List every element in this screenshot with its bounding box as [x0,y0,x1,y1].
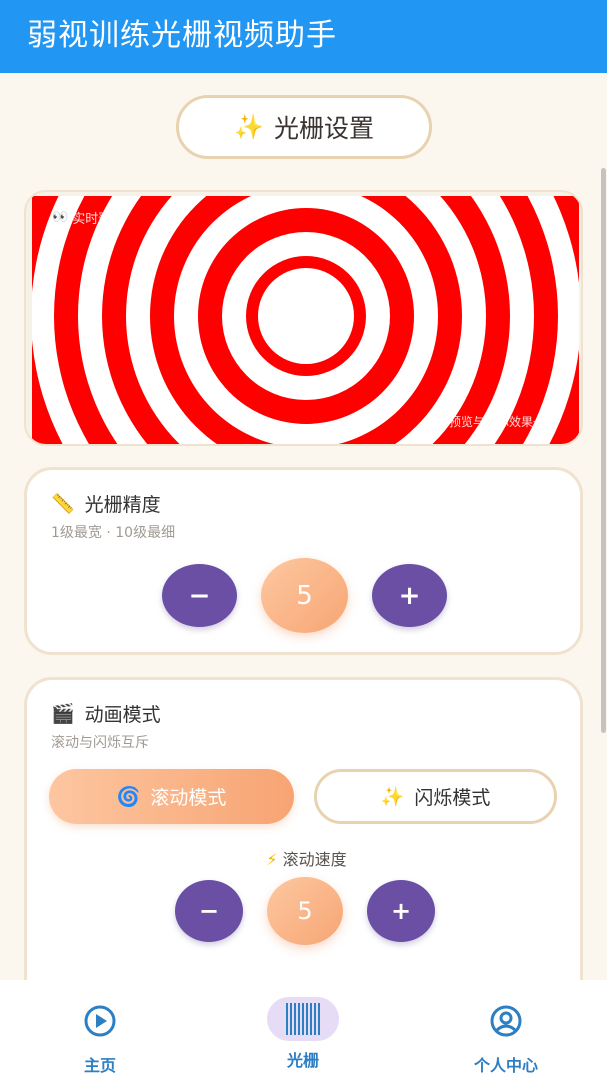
flash-mode-button[interactable]: ✨ 闪烁模式 [314,769,557,824]
ring [258,268,354,364]
bottom-navigation: 主页 光栅 个人中心 [0,980,607,1080]
lightning-icon: ⚡ [266,850,278,869]
scroll-mode-label: 滚动模式 [150,787,227,809]
plus-icon: + [390,897,412,925]
scroll-speed-label: ⚡ 滚动速度 [27,846,586,870]
grating-settings-label: 光栅设置 [273,114,374,143]
grating-settings-button[interactable]: ✨ 光栅设置 [176,95,432,159]
nav-label-grating: 光栅 [286,1051,319,1070]
animation-mode-card: 🎬 动画模式 滚动与闪烁互斥 🌀 滚动模式 ✨ 闪烁模式 ⚡ 滚动速度 − 5 … [24,677,583,980]
minus-icon: − [188,580,211,611]
spiral-icon: 🌀 [116,786,141,808]
scroll-speed-label-text: 滚动速度 [282,850,347,869]
app-bar: 弱视训练光栅视频助手 [0,0,607,73]
minus-icon: − [198,897,220,925]
precision-value: 5 [261,558,348,633]
preview-note: 预览与实际效果一致 [448,415,557,429]
nav-label-home: 主页 [83,1056,116,1075]
precision-subtitle: 1级最宽 · 10级最细 [51,525,176,541]
preview-label: 👀 实时预览 [52,208,124,227]
scroll-mode-button[interactable]: 🌀 滚动模式 [49,769,294,824]
nav-label-profile: 个人中心 [473,1056,538,1075]
sparkles-icon: ✨ [380,786,405,808]
speed-value: 5 [267,877,343,945]
grating-preview [32,196,579,444]
nav-item-profile[interactable]: 个人中心 [436,980,576,1080]
animation-title-text: 动画模式 [84,704,161,726]
active-indicator [267,997,339,1041]
precision-title: 📏 光栅精度 [51,490,161,517]
eyes-icon: 👀 [52,210,69,225]
speed-decrease-button[interactable]: − [175,880,243,942]
ruler-icon: 📏 [51,493,75,515]
nav-item-home[interactable]: 主页 [30,980,170,1080]
sparkles-icon: ✨ [234,113,264,141]
user-circle-icon [489,1004,523,1038]
live-preview-card: 👀 实时预览 预览与实际效果一致 [24,190,583,446]
nav-item-grating[interactable]: 光栅 [233,980,373,1080]
plus-icon: + [398,580,421,611]
clapper-icon: 🎬 [51,703,75,725]
animation-subtitle: 滚动与闪烁互斥 [51,735,149,751]
play-circle-icon [83,1004,117,1038]
settings-scroll-area[interactable]: ✨ 光栅设置 👀 实时预览 预览与实际效果一致 📏 光栅精度 1级最宽 · 10… [0,73,607,980]
app-title: 弱视训练光栅视频助手 [27,18,337,53]
preview-label-text: 实时预览 [72,212,125,227]
barcode-icon [286,1003,320,1035]
precision-increase-button[interactable]: + [372,564,447,627]
precision-title-text: 光栅精度 [84,494,161,516]
scrollbar[interactable] [601,168,606,733]
precision-card: 📏 光栅精度 1级最宽 · 10级最细 − 5 + [24,467,583,655]
speed-increase-button[interactable]: + [367,880,435,942]
flash-mode-label: 闪烁模式 [414,787,491,809]
precision-decrease-button[interactable]: − [162,564,237,627]
animation-title: 🎬 动画模式 [51,700,161,727]
